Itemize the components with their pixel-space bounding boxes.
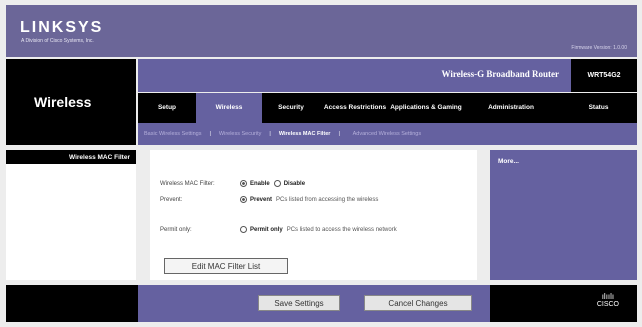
edit-mac-filter-list-button[interactable]: Edit MAC Filter List (164, 258, 288, 274)
mac-filter-row: Wireless MAC Filter: Enable Disable (160, 180, 309, 187)
footer-bar: Save Settings Cancel Changes ılıılı CISC… (6, 285, 637, 322)
tab-security[interactable]: Security (262, 93, 320, 123)
cisco-bars-icon: ılıılı (601, 292, 615, 301)
subtab-wireless-security[interactable]: Wireless Security (213, 131, 267, 137)
model-badge: WRT54G2 (571, 59, 637, 92)
subtab-basic-wireless[interactable]: Basic Wireless Settings (138, 131, 207, 137)
left-nav: Wireless MAC Filter (6, 150, 136, 280)
product-band: Wireless-G Broadband Router WRT54G2 (138, 59, 637, 92)
tab-wireless[interactable]: Wireless (196, 93, 262, 123)
product-name: Wireless-G Broadband Router (441, 69, 559, 79)
footer-button-area: Save Settings Cancel Changes (138, 285, 490, 322)
permit-option-text: PCs listed to access the wireless networ… (286, 226, 397, 233)
tab-setup[interactable]: Setup (138, 93, 196, 123)
header-bar: LINKSYS A Division of Cisco Systems, Inc… (6, 5, 637, 57)
linksys-logo: LINKSYS (20, 19, 104, 36)
subtab-wireless-mac-filter[interactable]: Wireless MAC Filter (273, 131, 337, 137)
subtab-advanced-wireless[interactable]: Advanced Wireless Settings (342, 131, 432, 138)
tab-access-restrictions[interactable]: Access Restrictions (320, 93, 390, 123)
help-panel: More... (490, 150, 637, 280)
sub-tabs: Basic Wireless Settings | Wireless Secur… (138, 123, 637, 145)
save-settings-button[interactable]: Save Settings (258, 295, 340, 311)
help-more-link[interactable]: More... (498, 158, 519, 165)
section-title: Wireless (34, 94, 92, 110)
disable-radio[interactable] (273, 180, 281, 187)
permit-label: Permit only: (160, 226, 192, 233)
enable-label: Enable (250, 180, 270, 187)
permit-option-strong: Permit only (250, 226, 283, 233)
cisco-logo: ılıılı CISCO (597, 293, 619, 309)
router-admin-page: LINKSYS A Division of Cisco Systems, Inc… (0, 0, 642, 327)
tab-applications-gaming[interactable]: Applications & Gaming (390, 93, 462, 123)
tab-administration[interactable]: Administration (462, 93, 560, 123)
firmware-version: Firmware Version: 1.0.00 (571, 45, 627, 51)
logo-tagline: A Division of Cisco Systems, Inc. (21, 38, 94, 44)
cisco-word: CISCO (596, 301, 619, 308)
permit-radio[interactable] (240, 226, 247, 233)
mac-filter-form: Wireless MAC Filter: Enable Disable Prev… (150, 150, 477, 280)
tab-status[interactable]: Status (560, 93, 637, 123)
enable-radio[interactable] (240, 180, 247, 187)
leftnav-item-mac-filter: Wireless MAC Filter (6, 150, 136, 164)
prevent-label: Prevent: (160, 196, 183, 203)
prevent-option-strong: Prevent (250, 196, 273, 203)
main-tabs: Setup Wireless Security Access Restricti… (138, 93, 637, 123)
prevent-radio[interactable] (240, 196, 247, 203)
permit-row: Permit only: Permit only PCs listed to a… (160, 226, 397, 233)
disable-label: Disable (283, 180, 306, 187)
mac-filter-label: Wireless MAC Filter: (160, 180, 215, 187)
cancel-changes-button[interactable]: Cancel Changes (364, 295, 472, 311)
prevent-option-text: PCs listed from accessing the wireless (276, 196, 379, 203)
section-block: Wireless (6, 59, 136, 145)
prevent-row: Prevent: Prevent PCs listed from accessi… (160, 196, 378, 203)
